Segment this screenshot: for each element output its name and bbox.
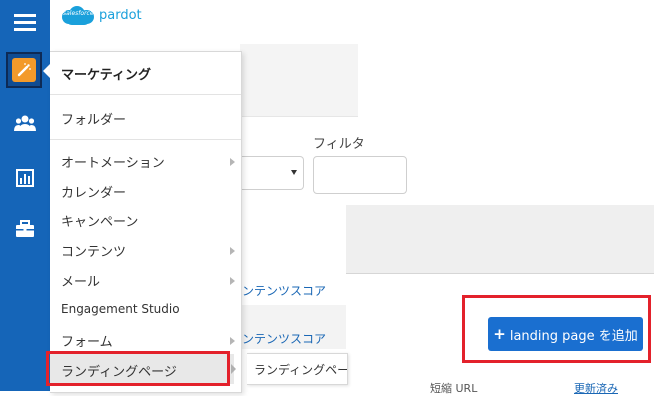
filter-input[interactable] [313, 156, 407, 194]
menu-item-engagement-studio[interactable]: Engagement Studio [61, 302, 180, 316]
users-icon [14, 115, 36, 131]
chevron-right-icon [230, 337, 235, 345]
chevron-right-icon [230, 247, 235, 255]
table-toolbar-panel [346, 205, 654, 274]
menu-item-folders[interactable]: フォルダー [61, 109, 126, 128]
rail-users-button[interactable] [0, 101, 50, 145]
rail-marketing-button[interactable] [6, 52, 42, 88]
chevron-right-icon [230, 277, 235, 285]
reports-chart-icon [16, 169, 34, 187]
rail-active-caret [43, 64, 50, 78]
page-header-band [240, 44, 358, 117]
chevron-right-icon [230, 158, 235, 166]
menu-divider [50, 94, 241, 95]
logo-product-text: pardot [99, 7, 142, 23]
menu-item-automation[interactable]: オートメーション [61, 152, 165, 171]
hamburger-menu-icon [14, 14, 36, 31]
column-header-updated[interactable]: 更新済み [574, 380, 618, 396]
content-score-link-2[interactable]: ンテンツスコア [242, 330, 326, 347]
marketing-wand-icon [12, 58, 36, 82]
left-nav-rail [0, 0, 50, 391]
menu-title: マーケティング [61, 68, 151, 83]
marketing-dropdown-menu: マーケティング フォルダー オートメーション カレンダー キャンペーン コンテン… [50, 51, 242, 393]
column-header-short-url: 短縮 URL [430, 382, 478, 395]
briefcase-icon [16, 220, 34, 237]
menu-item-calendar[interactable]: カレンダー [61, 182, 126, 201]
content-score-link-1[interactable]: ンテンツスコア [242, 282, 326, 299]
highlight-box-landing-pages [46, 351, 230, 386]
hamburger-menu-button[interactable] [0, 0, 50, 44]
salesforce-cloud-logo: salesforce [60, 4, 96, 26]
landing-pages-submenu: ランディングペー [247, 353, 348, 385]
chevron-down-icon [291, 170, 297, 175]
salesforce-pardot-logo[interactable]: salesforce pardot [60, 4, 142, 26]
filter-label: フィルタ [313, 137, 365, 152]
menu-item-content[interactable]: コンテンツ [61, 241, 126, 260]
type-select[interactable] [242, 156, 304, 190]
menu-item-email[interactable]: メール [61, 271, 100, 290]
menu-divider [50, 139, 241, 140]
menu-item-campaigns[interactable]: キャンペーン [61, 211, 138, 230]
chevron-right-icon [231, 364, 236, 374]
logo-brand-text: salesforce [63, 10, 94, 17]
rail-reports-button[interactable] [0, 156, 50, 200]
rail-briefcase-button[interactable] [0, 207, 50, 251]
highlight-box-add-button [462, 295, 651, 363]
menu-item-forms[interactable]: フォーム [61, 331, 113, 350]
submenu-item-landing-pages[interactable]: ランディングペー [254, 361, 347, 378]
